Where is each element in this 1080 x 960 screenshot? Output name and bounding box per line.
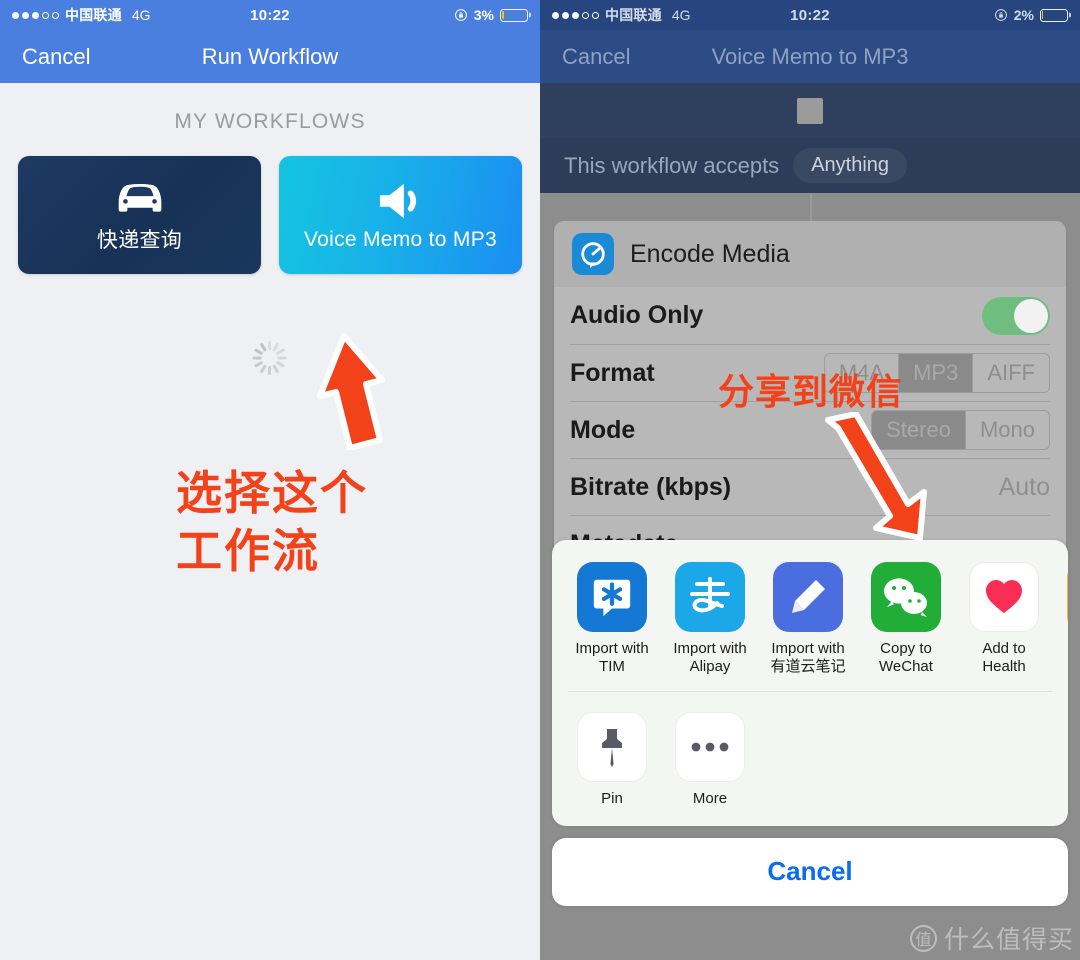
segment-mono[interactable]: Mono [964, 411, 1049, 449]
annotation-arrow-up [317, 333, 385, 450]
stop-square-icon[interactable] [797, 98, 823, 124]
battery-percent-label: 2% [1013, 7, 1034, 23]
more-dots-icon [675, 711, 745, 782]
share-caption-line2: 有道云笔记 [770, 658, 846, 676]
share-caption-line1: Add to [982, 640, 1026, 657]
share-item-health[interactable]: Add to Health [962, 562, 1046, 677]
health-heart-icon [969, 562, 1039, 632]
parameter-label: Bitrate (kbps) [570, 472, 732, 501]
status-bar-right: 中国联通 4G 10:22 2% [540, 0, 1080, 30]
workflow-card-courier[interactable]: 快递查询 [18, 156, 261, 274]
youdao-note-icon [773, 562, 843, 632]
wechat-icon [871, 562, 941, 632]
encode-media-icon [572, 233, 614, 275]
share-item-tim[interactable]: Import with TIM [570, 562, 654, 677]
workflow-card-label: Voice Memo to MP3 [303, 228, 497, 251]
icloud-drive-icon [1067, 562, 1068, 632]
nav-bar-right: Cancel Voice Memo to MP3 [540, 30, 1080, 83]
share-caption-line2: Health [982, 658, 1026, 676]
alipay-icon [675, 562, 745, 632]
share-cancel-button[interactable]: Cancel [552, 837, 1068, 906]
page-title: Run Workflow [201, 43, 339, 69]
dual-screenshot-composite: 中国联通 4G 10:22 3% Cancel Run Workflow MY … [0, 0, 1080, 960]
annotation-line-2: 工作流 [176, 524, 320, 577]
car-icon [118, 184, 161, 212]
workflow-card-voice-memo[interactable]: Voice Memo to MP3 [279, 156, 522, 274]
workflow-card-label: 快递查询 [96, 229, 183, 252]
share-sheet: Import with TIM Import with Alipay Impor… [552, 540, 1068, 906]
battery-percent-label: 3% [473, 7, 494, 23]
share-cancel-label: Cancel [767, 856, 853, 887]
activity-spinner-icon [252, 341, 286, 375]
tim-icon [577, 562, 647, 632]
share-caption-line1: Import with [575, 640, 649, 657]
share-item-alipay[interactable]: Import with Alipay [668, 562, 752, 677]
pin-icon [577, 711, 647, 782]
share-item-more[interactable]: More [668, 711, 752, 808]
accepts-type-pill[interactable]: Anything [793, 148, 908, 183]
left-screen-run-workflow: 中国联通 4G 10:22 3% Cancel Run Workflow MY … [0, 0, 540, 960]
share-app-row: Import with TIM Import with Alipay Impor… [552, 540, 1068, 691]
annotation-line-1: 选择这个 [176, 467, 368, 519]
parameter-row-audio-only[interactable]: Audio Only [570, 287, 1050, 344]
rotation-lock-icon [454, 9, 467, 21]
parameter-label: Format [570, 358, 655, 387]
action-connector-line [810, 193, 812, 221]
action-card-header: Encode Media [554, 221, 1066, 287]
annotation-arrow-down [825, 412, 927, 541]
parameter-label: Mode [570, 415, 636, 444]
status-bar-left: 中国联通 4G 10:22 3% [0, 0, 540, 30]
audio-only-toggle[interactable] [982, 296, 1050, 335]
share-item-pin[interactable]: Pin [570, 711, 654, 808]
annotation-text-right: 分享到微信 [718, 371, 904, 412]
status-right-group: 3% [454, 7, 528, 23]
rotation-lock-icon [994, 9, 1007, 21]
share-caption-line1: Copy to [880, 640, 932, 657]
share-item-icloud-partial[interactable]: In iC [1060, 562, 1068, 677]
share-caption-line2: iC [1060, 658, 1068, 676]
share-caption-line1: Pin [601, 789, 623, 807]
accepts-label: This workflow accepts [564, 152, 780, 178]
action-parameter-rows: Audio Only Format M4A MP3 AIFF Mode Ster… [554, 287, 1066, 574]
workflow-accepts-bar: This workflow accepts Anything [540, 138, 1080, 193]
share-caption-line2: TIM [599, 658, 625, 676]
share-caption-line2: Alipay [689, 658, 731, 676]
page-title: Voice Memo to MP3 [711, 43, 909, 69]
action-title: Encode Media [630, 239, 790, 268]
workflow-card-list: 快递查询 Voice Memo to MP3 [0, 134, 540, 274]
status-right-group: 2% [994, 7, 1068, 23]
segment-aiff[interactable]: AIFF [972, 354, 1049, 392]
share-action-row: Pin More [552, 692, 1068, 826]
share-item-youdao-note[interactable]: Import with 有道云笔记 [766, 562, 850, 677]
bitrate-value[interactable]: Auto [999, 473, 1050, 502]
speaker-icon [379, 183, 416, 219]
parameter-label: Audio Only [570, 301, 704, 329]
share-caption-line2: WeChat [879, 658, 933, 676]
segment-mp3[interactable]: MP3 [898, 354, 973, 392]
share-item-wechat[interactable]: Copy to WeChat [864, 562, 948, 677]
annotation-text-left: 选择这个 工作流 [176, 465, 368, 580]
battery-icon [500, 8, 528, 22]
battery-icon [1040, 8, 1068, 22]
section-header-my-workflows: MY WORKFLOWS [174, 110, 366, 133]
parameter-row-bitrate[interactable]: Bitrate (kbps) Auto [570, 458, 1050, 515]
share-caption-line1: Import with [771, 640, 845, 657]
workflow-toolbar [540, 83, 1080, 138]
nav-bar-left: Cancel Run Workflow [0, 30, 540, 83]
share-caption-line1: In [1060, 640, 1068, 658]
share-caption-line1: Import with [673, 640, 747, 657]
share-caption-line1: More [692, 789, 728, 807]
share-sheet-panel: Import with TIM Import with Alipay Impor… [552, 540, 1068, 826]
